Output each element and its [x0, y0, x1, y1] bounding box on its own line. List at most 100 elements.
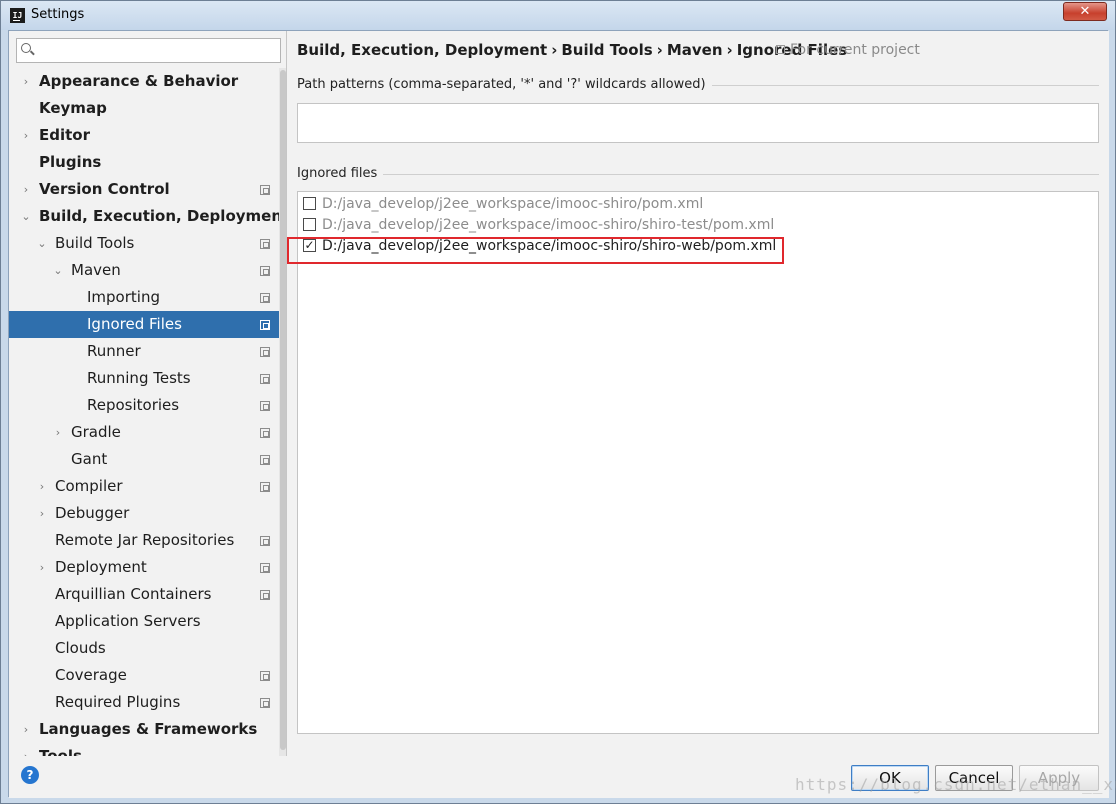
project-scope-icon [260, 374, 270, 384]
project-scope-icon [260, 266, 270, 276]
sidebar-item-label: Plugins [39, 153, 102, 171]
annotation-highlight-box [287, 237, 784, 264]
breadcrumb: Build, Execution, Deployment › Build Tools… [297, 41, 847, 59]
file-path: D:/java_develop/j2ee_workspace/imooc-shi… [322, 217, 775, 233]
sidebar-item-languages-frameworks[interactable]: › Languages & Frameworks [9, 716, 279, 743]
chevron-right-icon[interactable]: › [20, 176, 32, 203]
help-icon[interactable]: ? [21, 766, 39, 784]
settings-tree: › Appearance & Behavior Keymap › Editor Plugi… [9, 68, 286, 756]
project-scope-icon [260, 239, 270, 249]
search-icon [21, 43, 31, 53]
sidebar-item-label: Deployment [55, 558, 147, 576]
project-scope-icon [260, 563, 270, 573]
project-scope-icon [260, 482, 270, 492]
chevron-right-icon[interactable]: › [20, 68, 32, 95]
sidebar-item-label: Application Servers [55, 612, 201, 630]
sidebar-item-required-plugins[interactable]: Required Plugins [9, 689, 279, 716]
project-scope-icon [776, 45, 785, 54]
sidebar-item-label: Repositories [87, 396, 180, 414]
sidebar-item-label: Arquillian Containers [55, 585, 212, 603]
sidebar-item-version-control[interactable]: › Version Control [9, 176, 279, 203]
chevron-right-icon[interactable]: › [36, 500, 48, 527]
project-scope-icon [260, 536, 270, 546]
sidebar-item-remote-jar-repositories[interactable]: Remote Jar Repositories [9, 527, 279, 554]
sidebar-item-repositories[interactable]: Repositories [9, 392, 279, 419]
chevron-right-icon[interactable]: › [20, 122, 32, 149]
chevron-right-icon[interactable]: › [20, 716, 32, 743]
sidebar-item-label: Languages & Frameworks [39, 720, 258, 738]
sidebar-item-keymap[interactable]: Keymap [9, 95, 279, 122]
sidebar-item-label: Running Tests [87, 369, 191, 387]
section-divider [297, 174, 1099, 175]
sidebar-item-label: Debugger [55, 504, 130, 522]
sidebar-item-plugins[interactable]: Plugins [9, 149, 279, 176]
sidebar-item-label: Gradle [71, 423, 121, 441]
chevron-down-icon[interactable]: ⌄ [20, 203, 32, 230]
sidebar-item-running-tests[interactable]: Running Tests [9, 365, 279, 392]
close-button[interactable]: ✕ [1063, 2, 1107, 21]
sidebar-item-label: Coverage [55, 666, 127, 684]
project-scope-icon [260, 590, 270, 600]
sidebar-item-label: Required Plugins [55, 693, 181, 711]
sidebar-item-label: Remote Jar Repositories [55, 531, 235, 549]
ignore-checkbox[interactable] [303, 197, 316, 210]
project-scope-icon [260, 671, 270, 681]
path-patterns-field[interactable] [297, 103, 1099, 143]
sidebar-item-label: Importing [87, 288, 160, 306]
project-scope-icon [260, 698, 270, 708]
breadcrumb-separator: › [656, 41, 663, 59]
sidebar-item-importing[interactable]: Importing [9, 284, 279, 311]
sidebar-item-appearance-behavior[interactable]: › Appearance & Behavior [9, 68, 279, 95]
sidebar-item-label: Keymap [39, 99, 107, 117]
sidebar-item-label: Runner [87, 342, 141, 360]
search-input[interactable] [16, 38, 281, 63]
sidebar-item-maven[interactable]: ⌄ Maven [9, 257, 279, 284]
chevron-down-icon[interactable]: ⌄ [52, 257, 64, 284]
project-scope-icon [260, 347, 270, 357]
breadcrumb-item[interactable]: Build, Execution, Deployment [297, 41, 547, 59]
sidebar-item-label: Ignored Files [87, 315, 182, 333]
file-path: D:/java_develop/j2ee_workspace/imooc-shi… [322, 196, 704, 212]
path-patterns-label: Path patterns (comma-separated, '*' and … [297, 77, 712, 92]
ignore-checkbox[interactable] [303, 218, 316, 231]
sidebar-item-deployment[interactable]: › Deployment [9, 554, 279, 581]
chevron-down-icon[interactable]: ⌄ [36, 230, 48, 257]
sidebar-item-clouds[interactable]: Clouds [9, 635, 279, 662]
ignored-files-list[interactable]: D:/java_develop/j2ee_workspace/imooc-shi… [297, 191, 1099, 734]
sidebar-item-label: Build, Execution, Deployment [39, 207, 287, 225]
sidebar-item-gant[interactable]: Gant [9, 446, 279, 473]
sidebar-item-editor[interactable]: › Editor [9, 122, 279, 149]
sidebar-item-arquillian-containers[interactable]: Arquillian Containers [9, 581, 279, 608]
title-bar[interactable]: IJ Settings ✕ [1, 1, 1115, 30]
project-scope-icon [260, 293, 270, 303]
sidebar-item-compiler[interactable]: › Compiler [9, 473, 279, 500]
sidebar-item-coverage[interactable]: Coverage [9, 662, 279, 689]
sidebar-item-build-execution-deployment[interactable]: ⌄ Build, Execution, Deployment [9, 203, 286, 230]
sidebar-item-tools[interactable]: › Tools [9, 743, 279, 756]
sidebar-item-build-tools[interactable]: ⌄ Build Tools [9, 230, 279, 257]
sidebar-scrollbar[interactable] [279, 68, 286, 756]
sidebar-scrollbar-thumb[interactable] [280, 70, 286, 750]
settings-window: IJ Settings ✕ › Appearance & Behavior Keym… [0, 0, 1116, 804]
ignored-files-label: Ignored files [297, 166, 384, 181]
sidebar-item-debugger[interactable]: › Debugger [9, 500, 279, 527]
breadcrumb-item[interactable]: Maven [667, 41, 723, 59]
project-scope-icon [260, 428, 270, 438]
sidebar-item-label: Maven [71, 261, 121, 279]
sidebar-item-application-servers[interactable]: Application Servers [9, 608, 279, 635]
project-scope-icon [260, 320, 270, 330]
breadcrumb-item[interactable]: Build Tools [561, 41, 652, 59]
sidebar-item-gradle[interactable]: › Gradle [9, 419, 279, 446]
sidebar-item-label: Appearance & Behavior [39, 72, 239, 90]
sidebar-item-ignored-files[interactable]: Ignored Files [9, 311, 279, 338]
chevron-right-icon[interactable]: › [36, 473, 48, 500]
chevron-right-icon[interactable]: › [52, 419, 64, 446]
settings-content: Build, Execution, Deployment › Build Tools… [288, 31, 1109, 756]
chevron-right-icon[interactable]: › [20, 743, 32, 756]
sidebar-item-runner[interactable]: Runner [9, 338, 279, 365]
sidebar-item-label: Clouds [55, 639, 106, 657]
chevron-right-icon[interactable]: › [36, 554, 48, 581]
project-scope-icon [260, 401, 270, 411]
dialog-body: › Appearance & Behavior Keymap › Editor Plugi… [8, 30, 1109, 798]
watermark: https://blog.csdn.net/ethan__xu [795, 775, 1116, 794]
